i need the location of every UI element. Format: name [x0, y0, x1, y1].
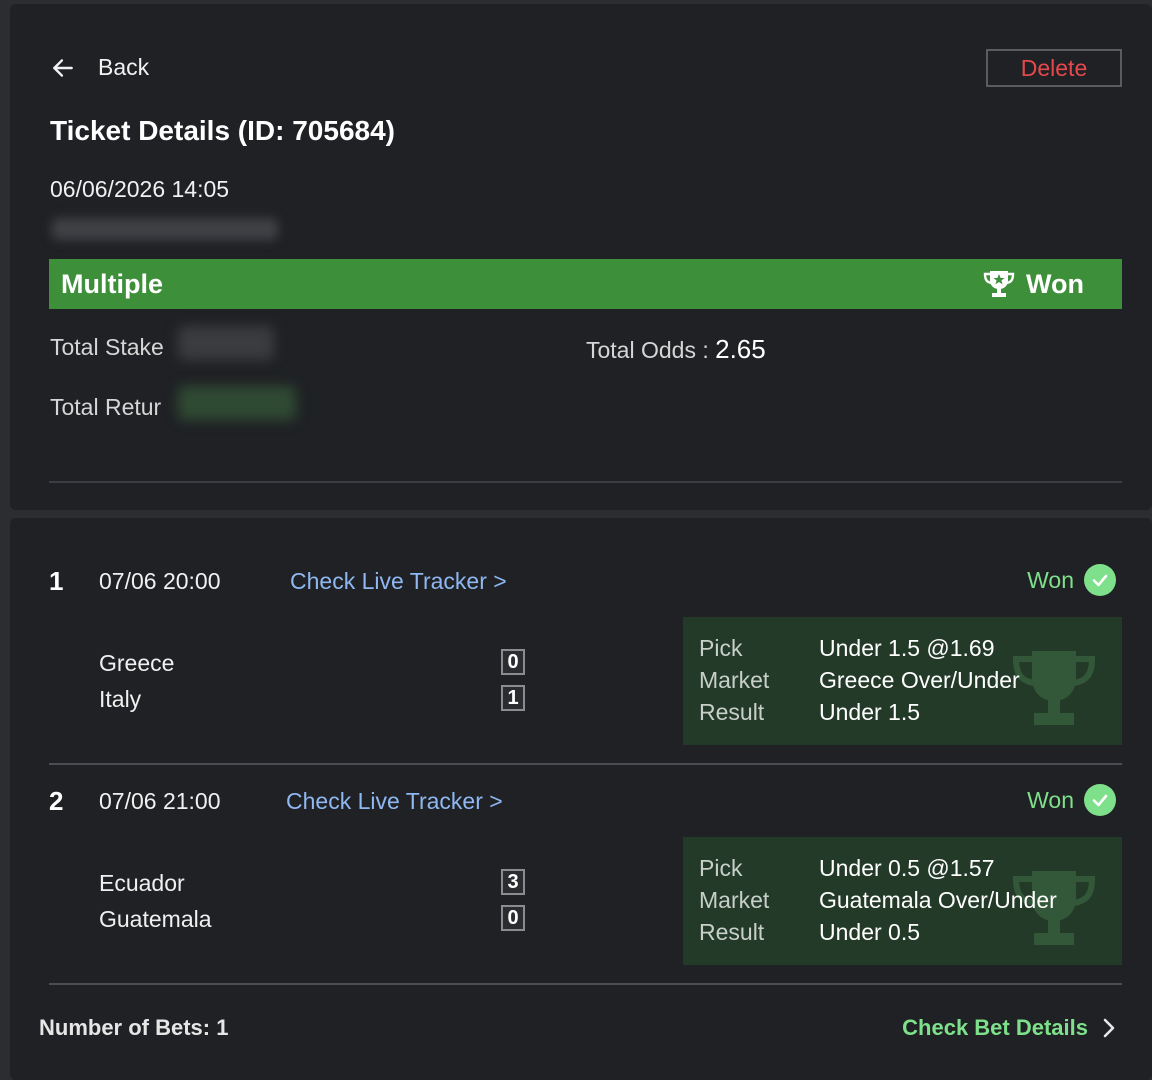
chevron-right-icon [1103, 1018, 1115, 1038]
result-row: Result Under 1.5 [699, 699, 920, 726]
leg-time: 07/06 21:00 [99, 788, 221, 814]
away-team: Italy [99, 686, 142, 712]
check-bet-details-label: Check Bet Details [902, 1015, 1088, 1040]
back-button[interactable]: Back [50, 54, 149, 81]
pick-label: Pick [699, 635, 743, 661]
pick-label: Pick [699, 855, 743, 881]
pick-details-box: Pick Under 1.5 @1.69 Market Greece Over/Un… [683, 617, 1122, 745]
delete-button[interactable]: Delete [986, 49, 1122, 87]
arrow-left-icon [53, 58, 73, 77]
redacted-return-value [178, 386, 296, 420]
total-return-label: Total Retur [50, 394, 162, 420]
back-label: Back [98, 54, 150, 80]
page-title: Ticket Details (ID: 705684) [50, 115, 395, 146]
home-score: 3 [501, 869, 525, 895]
total-odds-label: Total Odds : [586, 337, 709, 363]
result-value: Under 1.5 [819, 699, 921, 725]
market-row: Market Greece Over/Under [699, 667, 1020, 694]
ticket-datetime: 06/06/2026 14:05 [50, 176, 230, 202]
market-label: Market [699, 667, 770, 693]
trophy-icon [1012, 651, 1096, 725]
ticket-status: Won [982, 268, 1084, 300]
pick-value: Under 1.5 @1.69 [819, 635, 995, 661]
total-stake-label: Total Stake [50, 334, 164, 360]
redacted-text [52, 218, 278, 240]
ticket-type-bar: Multiple Won [49, 259, 1122, 309]
redacted-stake-value [178, 326, 274, 360]
divider [49, 983, 1122, 985]
check-live-tracker-link[interactable]: Check Live Tracker > [286, 788, 503, 815]
pick-details-box: Pick Under 0.5 @1.57 Market Guatemala Over… [683, 837, 1122, 965]
market-value: Greece Over/Under [819, 667, 1020, 693]
market-label: Market [699, 887, 770, 913]
home-team: Greece [99, 650, 175, 676]
away-score: 0 [501, 905, 525, 931]
ticket-header-panel: Back Delete Ticket Details (ID: 705684) … [10, 4, 1152, 510]
home-team: Ecuador [99, 870, 185, 896]
check-circle-icon [1084, 564, 1116, 596]
total-odds-value: 2.65 [715, 334, 766, 364]
away-team: Guatemala [99, 906, 212, 932]
market-value: Guatemala Over/Under [819, 887, 1057, 913]
result-label: Result [699, 699, 765, 725]
pick-row: Pick Under 0.5 @1.57 [699, 855, 995, 882]
leg-number: 2 [49, 786, 64, 816]
ticket-type: Multiple [61, 268, 163, 299]
divider [49, 481, 1122, 483]
total-odds: Total Odds : 2.65 [586, 334, 766, 365]
pick-row: Pick Under 1.5 @1.69 [699, 635, 995, 662]
leg-status: Won [1027, 564, 1116, 596]
divider [49, 763, 1122, 765]
result-row: Result Under 0.5 [699, 919, 920, 946]
leg-status-label: Won [1027, 786, 1074, 813]
leg-number: 1 [49, 566, 64, 596]
home-score: 0 [501, 649, 525, 675]
check-circle-icon [1084, 784, 1116, 816]
away-score: 1 [501, 685, 525, 711]
leg-status-label: Won [1027, 566, 1074, 593]
result-label: Result [699, 919, 765, 945]
leg-status: Won [1027, 784, 1116, 816]
number-of-bets: Number of Bets: 1 [39, 1015, 229, 1040]
check-live-tracker-link[interactable]: Check Live Tracker > [290, 568, 507, 595]
check-bet-details-link[interactable]: Check Bet Details [902, 1015, 1116, 1041]
pick-value: Under 0.5 @1.57 [819, 855, 995, 881]
market-row: Market Guatemala Over/Under [699, 887, 1057, 914]
trophy-icon [983, 271, 1015, 297]
legs-panel: 1 07/06 20:00 Check Live Tracker > Won G… [10, 518, 1152, 1080]
ticket-status-label: Won [1026, 268, 1084, 299]
leg-time: 07/06 20:00 [99, 568, 221, 594]
result-value: Under 0.5 [819, 919, 921, 945]
